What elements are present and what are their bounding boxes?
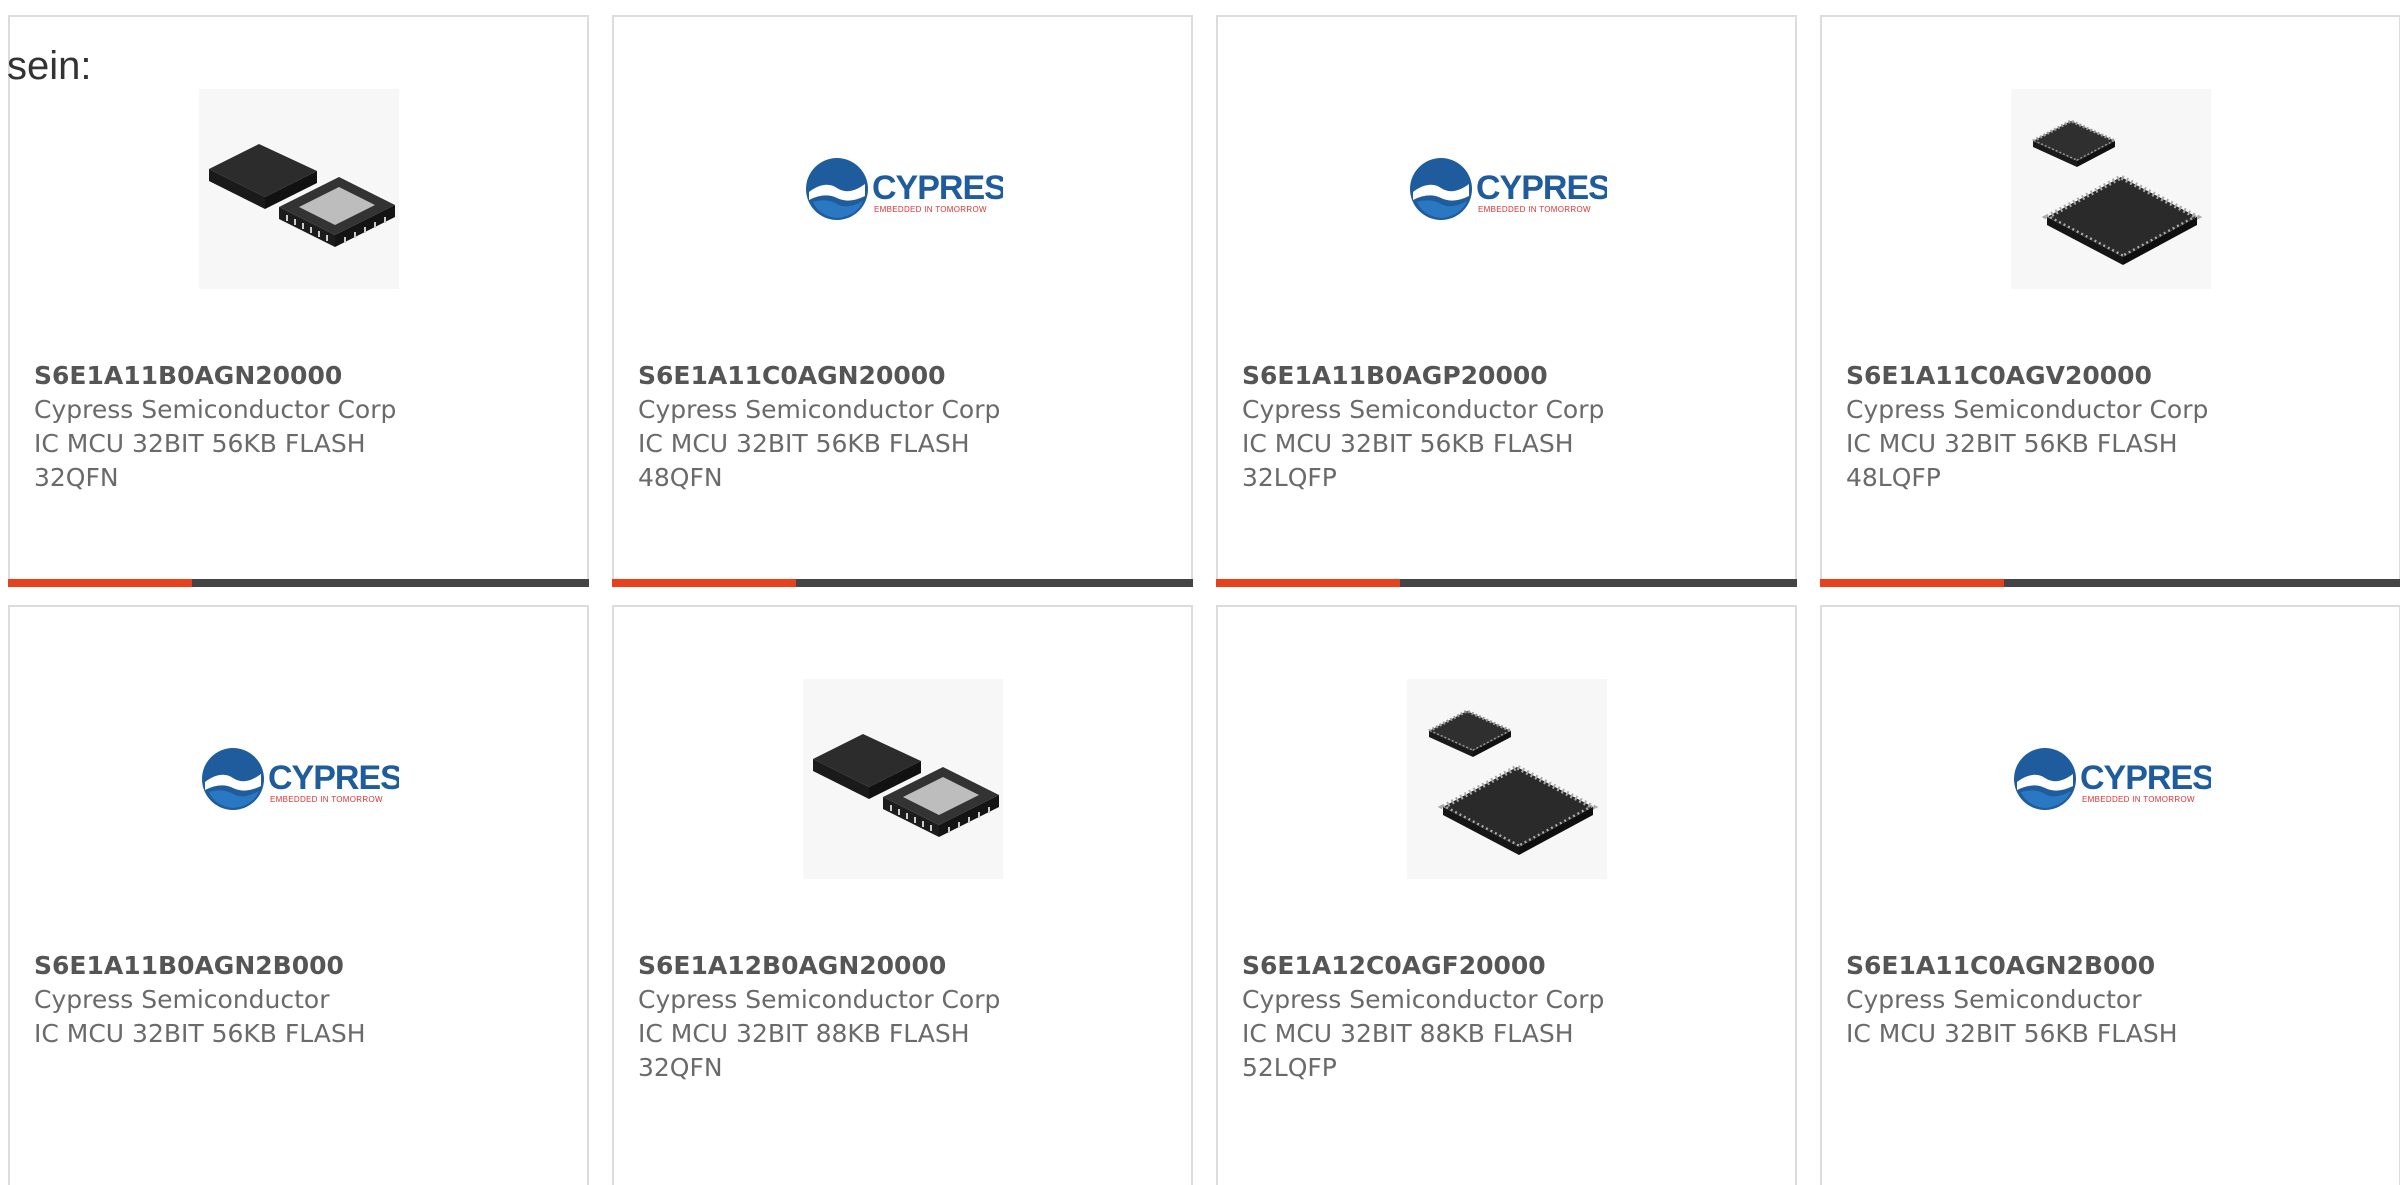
description: IC MCU 32BIT 56KB FLASH xyxy=(638,429,970,458)
qfn-chip-icon xyxy=(802,679,1003,879)
package: 32QFN xyxy=(34,463,119,492)
product-card[interactable]: CYPRESS EMBEDDED IN TOMORROW S6E1A11C0AG… xyxy=(1820,605,2400,1185)
product-info: S6E1A11B0AGN2B000 Cypress Semiconductor … xyxy=(34,949,571,1051)
cypress-logo: CYPRESS EMBEDDED IN TOMORROW xyxy=(201,748,399,810)
description: IC MCU 32BIT 56KB FLASH xyxy=(1846,1019,2178,1048)
product-card[interactable]: S6E1A12C0AGF20000 Cypress Semiconductor … xyxy=(1216,605,1797,1185)
product-image xyxy=(198,89,399,289)
card-bottom-bar xyxy=(612,579,1193,587)
manufacturer: Cypress Semiconductor xyxy=(34,985,330,1014)
card-accent xyxy=(1820,579,2004,587)
product-info: S6E1A11B0AGP20000 Cypress Semiconductor … xyxy=(1242,359,1779,495)
part-number[interactable]: S6E1A12B0AGN20000 xyxy=(638,949,1175,983)
product-grid: S6E1A11B0AGN20000 Cypress Semiconductor … xyxy=(0,0,2400,1185)
product-image xyxy=(802,679,1003,879)
description: IC MCU 32BIT 56KB FLASH xyxy=(1242,429,1574,458)
part-number[interactable]: S6E1A11B0AGN20000 xyxy=(34,359,571,393)
manufacturer: Cypress Semiconductor Corp xyxy=(1242,395,1605,424)
description: IC MCU 32BIT 56KB FLASH xyxy=(1846,429,2178,458)
manufacturer: Cypress Semiconductor Corp xyxy=(1242,985,1605,1014)
product-card[interactable]: S6E1A12B0AGN20000 Cypress Semiconductor … xyxy=(612,605,1193,1185)
product-card[interactable]: S6E1A11C0AGV20000 Cypress Semiconductor … xyxy=(1820,15,2400,587)
svg-text:EMBEDDED IN TOMORROW: EMBEDDED IN TOMORROW xyxy=(874,205,987,214)
cypress-logo: CYPRESS EMBEDDED IN TOMORROW xyxy=(1409,158,1607,220)
svg-text:CYPRESS: CYPRESS xyxy=(1476,169,1607,207)
svg-text:EMBEDDED IN TOMORROW: EMBEDDED IN TOMORROW xyxy=(1478,205,1591,214)
product-card[interactable]: CYPRESS EMBEDDED IN TOMORROW S6E1A11C0AG… xyxy=(612,15,1193,587)
product-card[interactable]: S6E1A11B0AGN20000 Cypress Semiconductor … xyxy=(8,15,589,587)
lqfp-chip-icon xyxy=(2010,89,2211,289)
package: 32LQFP xyxy=(1242,463,1337,492)
card-accent xyxy=(612,579,796,587)
manufacturer: Cypress Semiconductor Corp xyxy=(34,395,397,424)
part-number[interactable]: S6E1A11C0AGV20000 xyxy=(1846,359,2383,393)
product-info: S6E1A11C0AGN20000 Cypress Semiconductor … xyxy=(638,359,1175,495)
product-image: CYPRESS EMBEDDED IN TOMORROW xyxy=(803,89,1003,289)
product-image: CYPRESS EMBEDDED IN TOMORROW xyxy=(199,679,399,879)
card-bottom-bar xyxy=(1216,579,1797,587)
package: 32QFN xyxy=(638,1053,723,1082)
svg-text:EMBEDDED IN TOMORROW: EMBEDDED IN TOMORROW xyxy=(270,795,383,804)
product-info: S6E1A11C0AGV20000 Cypress Semiconductor … xyxy=(1846,359,2383,495)
product-image: CYPRESS EMBEDDED IN TOMORROW xyxy=(1407,89,1607,289)
package: 52LQFP xyxy=(1242,1053,1337,1082)
part-number[interactable]: S6E1A12C0AGF20000 xyxy=(1242,949,1779,983)
part-number[interactable]: S6E1A11B0AGN2B000 xyxy=(34,949,571,983)
svg-text:CYPRESS: CYPRESS xyxy=(2080,759,2211,797)
manufacturer: Cypress Semiconductor Corp xyxy=(638,395,1001,424)
manufacturer: Cypress Semiconductor Corp xyxy=(1846,395,2209,424)
description: IC MCU 32BIT 88KB FLASH xyxy=(1242,1019,1574,1048)
svg-text:CYPRESS: CYPRESS xyxy=(872,169,1003,207)
product-info: S6E1A11B0AGN20000 Cypress Semiconductor … xyxy=(34,359,571,495)
product-info: S6E1A12B0AGN20000 Cypress Semiconductor … xyxy=(638,949,1175,1085)
intro-text: sein: xyxy=(7,44,92,88)
product-info: S6E1A11C0AGN2B000 Cypress Semiconductor … xyxy=(1846,949,2383,1051)
product-image xyxy=(2010,89,2211,289)
manufacturer: Cypress Semiconductor Corp xyxy=(638,985,1001,1014)
package: 48QFN xyxy=(638,463,723,492)
description: IC MCU 32BIT 56KB FLASH xyxy=(34,429,366,458)
description: IC MCU 32BIT 88KB FLASH xyxy=(638,1019,970,1048)
card-bottom-bar xyxy=(1820,579,2400,587)
lqfp-chip-icon xyxy=(1406,679,1607,879)
part-number[interactable]: S6E1A11B0AGP20000 xyxy=(1242,359,1779,393)
product-info: S6E1A12C0AGF20000 Cypress Semiconductor … xyxy=(1242,949,1779,1085)
part-number[interactable]: S6E1A11C0AGN20000 xyxy=(638,359,1175,393)
product-card[interactable]: CYPRESS EMBEDDED IN TOMORROW S6E1A11B0AG… xyxy=(1216,15,1797,587)
manufacturer: Cypress Semiconductor xyxy=(1846,985,2142,1014)
product-image: CYPRESS EMBEDDED IN TOMORROW xyxy=(2011,679,2211,879)
cypress-logo: CYPRESS EMBEDDED IN TOMORROW xyxy=(805,158,1003,220)
card-accent xyxy=(1216,579,1400,587)
card-bottom-bar xyxy=(8,579,589,587)
qfn-chip-icon xyxy=(198,89,399,289)
description: IC MCU 32BIT 56KB FLASH xyxy=(34,1019,366,1048)
svg-text:CYPRESS: CYPRESS xyxy=(268,759,399,797)
product-card[interactable]: CYPRESS EMBEDDED IN TOMORROW S6E1A11B0AG… xyxy=(8,605,589,1185)
svg-text:EMBEDDED IN TOMORROW: EMBEDDED IN TOMORROW xyxy=(2082,795,2195,804)
cypress-logo: CYPRESS EMBEDDED IN TOMORROW xyxy=(2013,748,2211,810)
product-image xyxy=(1406,679,1607,879)
part-number[interactable]: S6E1A11C0AGN2B000 xyxy=(1846,949,2383,983)
card-accent xyxy=(8,579,192,587)
package: 48LQFP xyxy=(1846,463,1941,492)
